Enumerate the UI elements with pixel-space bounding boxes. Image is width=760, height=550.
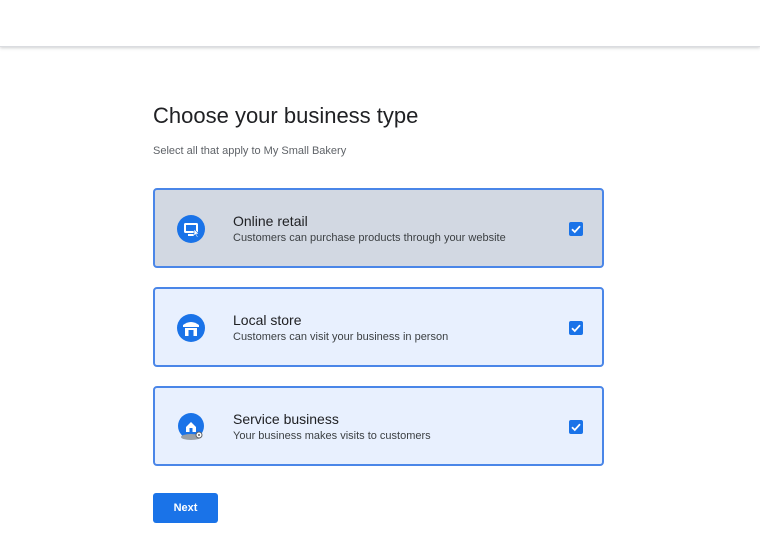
option-local-store[interactable]: Local store Customers can visit your bus… bbox=[153, 287, 604, 367]
page-subtitle: Select all that apply to My Small Bakery bbox=[153, 145, 347, 157]
storefront-icon bbox=[177, 314, 205, 342]
option-checkbox[interactable] bbox=[569, 420, 583, 434]
option-title: Local store bbox=[233, 312, 302, 328]
option-service-business[interactable]: Service business Your business makes vis… bbox=[153, 386, 604, 466]
checkmark-icon bbox=[571, 423, 581, 432]
top-app-bar bbox=[0, 0, 760, 47]
option-description: Customers can purchase products through … bbox=[233, 232, 506, 244]
option-text: Online retail Customers can purchase pro… bbox=[233, 212, 506, 245]
business-type-options: Online retail Customers can purchase pro… bbox=[153, 188, 605, 485]
option-description: Customers can visit your business in per… bbox=[233, 331, 449, 343]
option-description: Your business makes visits to customers bbox=[233, 430, 431, 442]
option-checkbox[interactable] bbox=[569, 222, 583, 236]
option-checkbox[interactable] bbox=[569, 321, 583, 335]
checkmark-icon bbox=[571, 324, 581, 333]
next-button[interactable]: Next bbox=[153, 493, 218, 523]
option-title: Service business bbox=[233, 411, 339, 427]
checkmark-icon bbox=[571, 225, 581, 234]
option-online-retail[interactable]: Online retail Customers can purchase pro… bbox=[153, 188, 604, 268]
home-location-icon bbox=[177, 413, 205, 441]
page-title: Choose your business type bbox=[153, 103, 419, 128]
business-type-section: Choose your business type Select all tha… bbox=[153, 100, 605, 466]
option-text: Local store Customers can visit your bus… bbox=[233, 311, 448, 344]
online-retail-icon bbox=[177, 215, 205, 243]
option-title: Online retail bbox=[233, 213, 308, 229]
option-text: Service business Your business makes vis… bbox=[233, 410, 431, 443]
